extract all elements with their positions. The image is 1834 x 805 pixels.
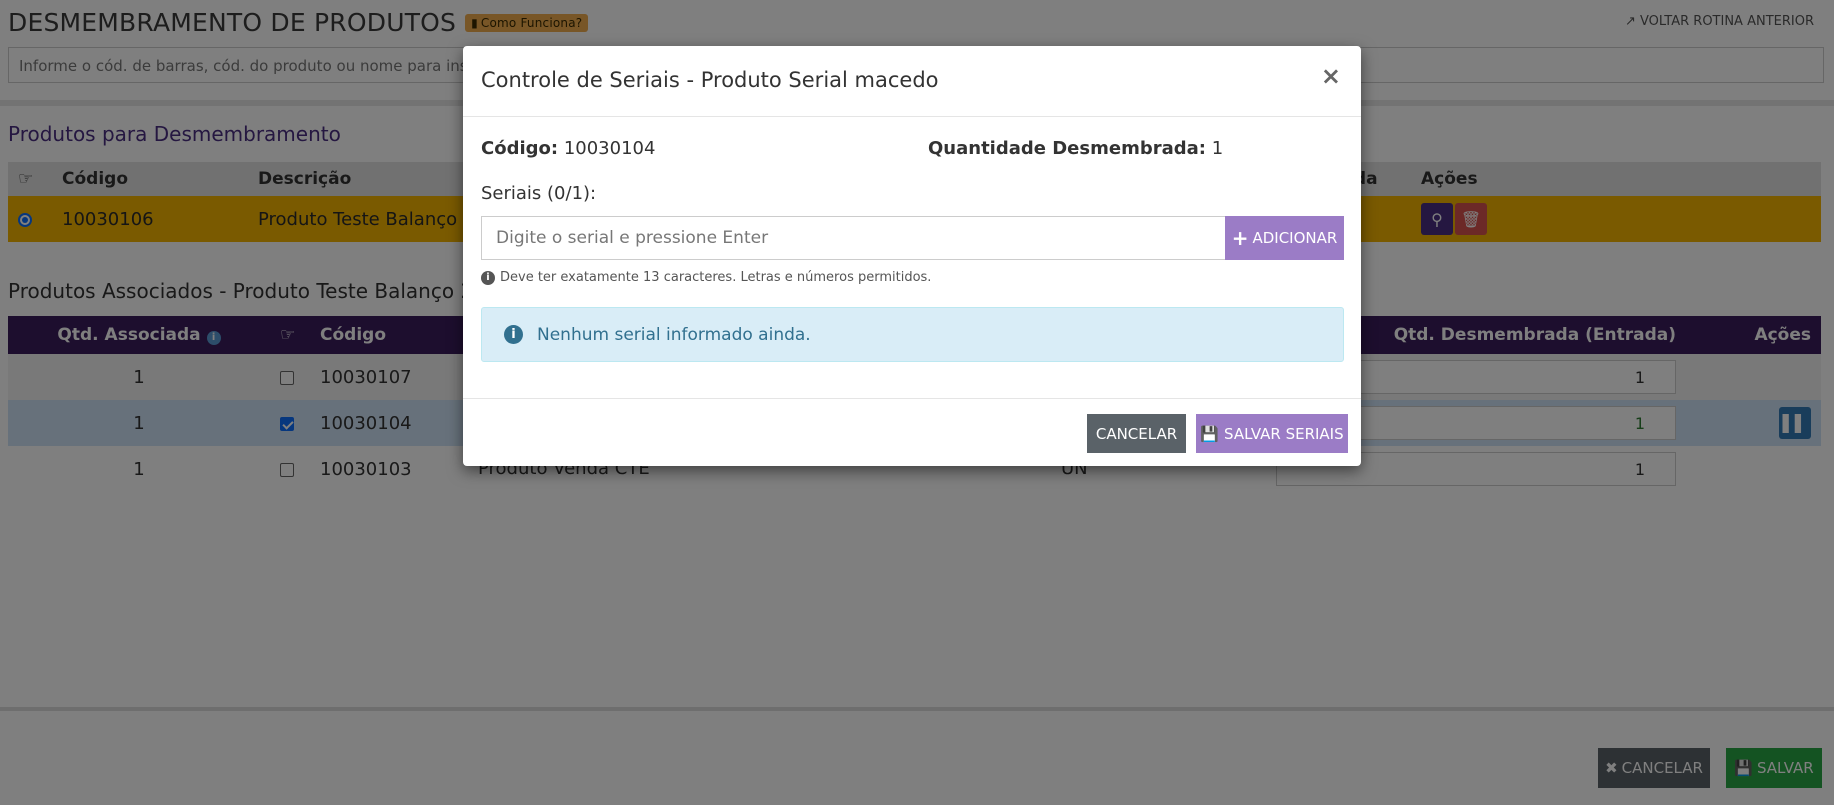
- save-icon: 💾: [1200, 424, 1220, 443]
- modal-header: Controle de Seriais - Produto Serial mac…: [463, 46, 1361, 117]
- seriais-label: Seriais (0/1):: [481, 183, 597, 204]
- info-icon: i: [504, 325, 523, 344]
- info-icon: i: [481, 270, 495, 285]
- serial-control-modal: Controle de Seriais - Produto Serial mac…: [463, 46, 1361, 466]
- modal-cancel-button[interactable]: CANCELAR: [1087, 414, 1186, 453]
- codigo-info: Código: 10030104: [481, 138, 656, 159]
- serial-hint: i Deve ter exatamente 13 caracteres. Let…: [481, 270, 931, 285]
- serial-input[interactable]: Digite o serial e pressione Enter: [481, 216, 1227, 260]
- plus-icon: +: [1231, 226, 1249, 250]
- modal-title: Controle de Seriais - Produto Serial mac…: [481, 68, 939, 92]
- quantidade-info: Quantidade Desmembrada: 1: [928, 138, 1224, 159]
- empty-serials-alert: i Nenhum serial informado ainda.: [481, 307, 1344, 362]
- add-serial-button[interactable]: + ADICIONAR: [1225, 216, 1344, 260]
- close-icon[interactable]: ×: [1321, 62, 1341, 90]
- save-serials-button[interactable]: 💾 SALVAR SERIAIS: [1196, 414, 1348, 453]
